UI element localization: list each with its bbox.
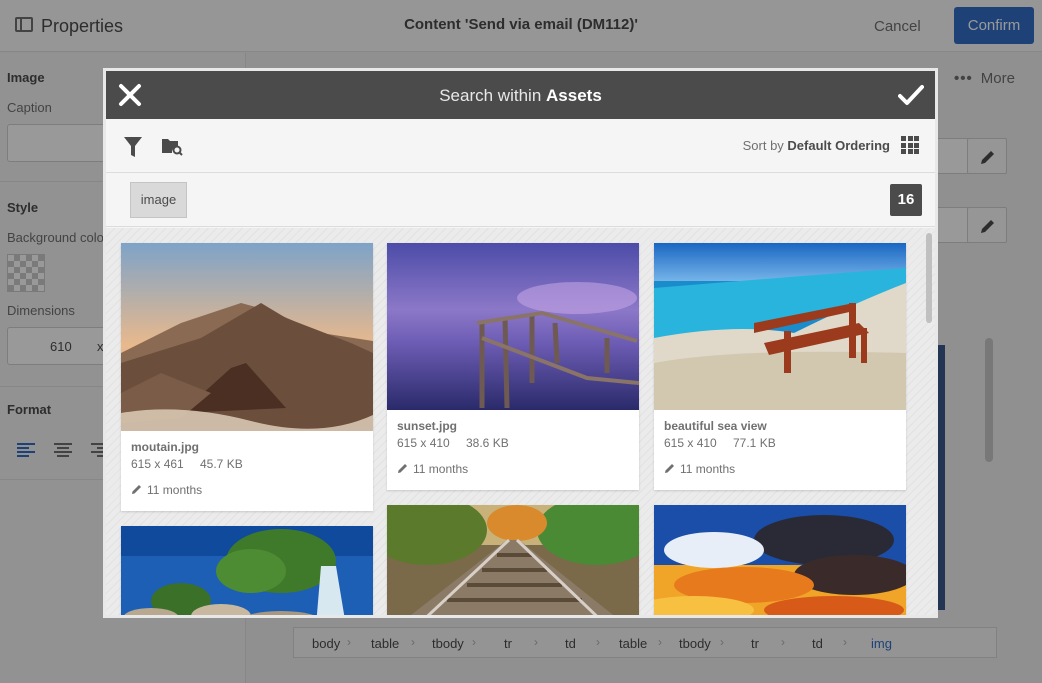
grid-view-icon[interactable] xyxy=(901,136,919,154)
asset-results-grid: moutain.jpg 615 x 461 45.7 KB 11 months xyxy=(106,228,935,615)
dialog-title-prefix: Search within xyxy=(439,86,542,105)
asset-card[interactable] xyxy=(387,505,639,615)
pencil-icon xyxy=(398,464,407,473)
asset-thumbnail xyxy=(387,505,639,615)
checkmark-icon[interactable] xyxy=(898,83,924,107)
asset-dimensions: 615 x 461 xyxy=(131,457,184,471)
filter-tag-image[interactable]: image xyxy=(130,182,187,218)
asset-thumbnail xyxy=(387,243,639,410)
asset-name: sunset.jpg xyxy=(397,419,458,433)
asset-modified: 11 months xyxy=(397,462,468,476)
results-scrollbar[interactable] xyxy=(926,233,932,323)
asset-search-dialog: Search within Assets Sort by Default Ord… xyxy=(103,68,938,618)
asset-name: beautiful sea view xyxy=(664,419,767,433)
asset-filesize: 38.6 KB xyxy=(466,436,509,450)
asset-thumbnail xyxy=(121,243,373,431)
asset-modified-text: 11 months xyxy=(413,462,469,476)
asset-meta: sunset.jpg 615 x 410 38.6 KB 11 months xyxy=(387,410,639,490)
filter-tags-bar: image 16 xyxy=(106,174,935,227)
pencil-icon xyxy=(665,464,674,473)
asset-dimensions: 615 x 410 xyxy=(664,436,717,450)
asset-card[interactable]: moutain.jpg 615 x 461 45.7 KB 11 months xyxy=(121,243,373,511)
asset-name: moutain.jpg xyxy=(131,440,199,454)
dialog-title: Search within Assets xyxy=(106,86,935,106)
filter-icon[interactable] xyxy=(124,137,142,157)
sort-selector[interactable]: Sort by Default Ordering xyxy=(743,138,890,153)
asset-card[interactable]: beautiful sea view 615 x 410 77.1 KB 11 … xyxy=(654,243,906,490)
asset-thumbnail xyxy=(121,526,373,615)
asset-dimensions: 615 x 410 xyxy=(397,436,450,450)
asset-meta: moutain.jpg 615 x 461 45.7 KB 11 months xyxy=(121,431,373,511)
pencil-icon xyxy=(132,485,141,494)
result-count-badge: 16 xyxy=(890,184,922,216)
sort-value: Default Ordering xyxy=(787,138,890,153)
dialog-title-scope: Assets xyxy=(546,86,602,105)
asset-filesize: 45.7 KB xyxy=(200,457,243,471)
asset-modified-text: 11 months xyxy=(680,462,736,476)
dialog-toolbar: Sort by Default Ordering xyxy=(106,119,935,173)
asset-thumbnail xyxy=(654,505,906,615)
asset-card[interactable] xyxy=(654,505,906,615)
sort-label: Sort by xyxy=(742,138,784,153)
asset-meta: beautiful sea view 615 x 410 77.1 KB 11 … xyxy=(654,410,906,490)
asset-card[interactable] xyxy=(121,526,373,615)
asset-filesize: 77.1 KB xyxy=(733,436,776,450)
asset-modified-text: 11 months xyxy=(147,483,203,497)
asset-thumbnail xyxy=(654,243,906,410)
dialog-header: Search within Assets xyxy=(106,71,935,119)
asset-modified: 11 months xyxy=(131,483,202,497)
asset-modified: 11 months xyxy=(664,462,735,476)
folder-search-icon[interactable] xyxy=(161,136,183,156)
asset-card[interactable]: sunset.jpg 615 x 410 38.6 KB 11 months xyxy=(387,243,639,490)
